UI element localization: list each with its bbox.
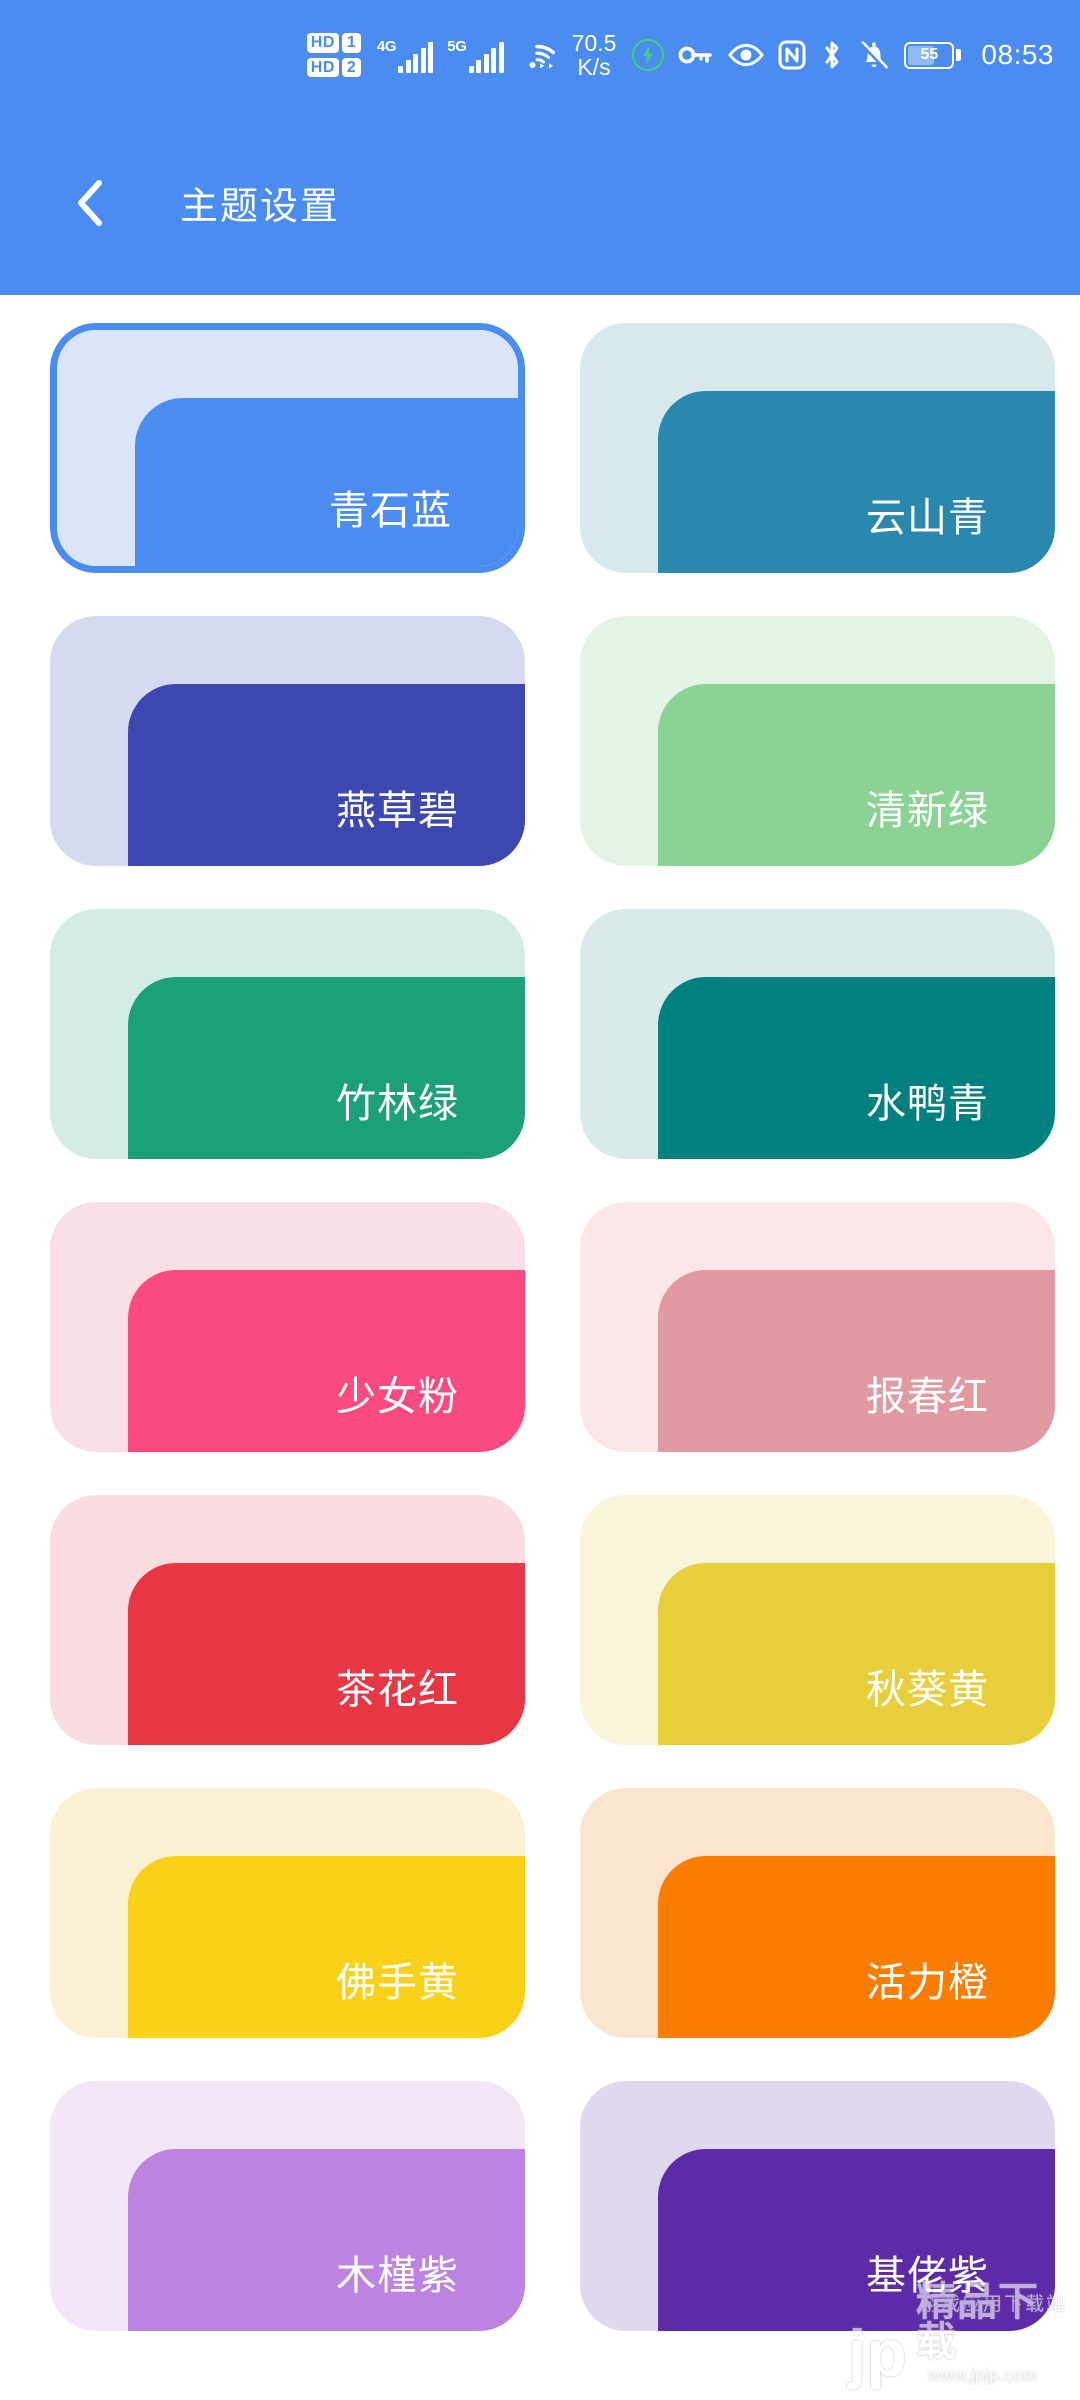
signal-5g-group: 5G (447, 37, 504, 73)
bluetooth-icon (820, 39, 844, 71)
watermark-url: www.jpjp.com (928, 2366, 1038, 2385)
fast-charge-icon (632, 39, 665, 71)
chevron-left-icon (78, 179, 102, 226)
theme-grid: 青石蓝 云山青燕草碧 清新绿竹林绿 水鸭青少女粉 报春红茶花红 秋葵黄佛手黄 活力橙木槿紫 基… (0, 295, 1080, 2331)
theme-card-swatch (658, 1563, 1055, 1745)
theme-card-label: 报春红 (866, 1375, 989, 1419)
theme-card-label: 基佬紫 (866, 2254, 989, 2298)
theme-card[interactable]: 佛手黄 (50, 1788, 525, 2038)
battery-percent-label: 55 (920, 46, 939, 63)
theme-card[interactable]: 报春红 (580, 1202, 1055, 1452)
page-title: 主题设置 (180, 186, 341, 228)
theme-card-label: 竹林绿 (336, 1082, 459, 1126)
theme-card-label: 活力橙 (866, 1961, 989, 2005)
signal-4g-icon (398, 41, 434, 73)
battery-icon: 55 (904, 41, 962, 69)
network-speed-indicator: 70.5 K/s (572, 31, 617, 79)
theme-card-label: 燕草碧 (336, 789, 459, 833)
theme-card-swatch (128, 2149, 525, 2331)
battery-body: 55 (904, 41, 955, 69)
network-type-5g-label: 5G (447, 37, 467, 55)
sim-status-group: HD 1 HD 2 (306, 32, 361, 78)
theme-card-label: 青石蓝 (329, 489, 452, 533)
nfc-icon (778, 40, 806, 70)
phone-screen: HD 1 HD 2 4G 5G 70.5 K/s 55 08:53 主题设置 青… (0, 0, 1080, 2400)
theme-card-swatch (128, 1563, 525, 1745)
sim-1-number-icon: 1 (341, 32, 361, 53)
theme-card[interactable]: 少女粉 (50, 1202, 525, 1452)
theme-card[interactable]: 燕草碧 (50, 616, 525, 866)
theme-card-swatch (128, 1856, 525, 2038)
theme-card-label: 云山青 (866, 496, 989, 540)
theme-card-label: 木槿紫 (336, 2254, 459, 2298)
theme-card[interactable]: 活力橙 (580, 1788, 1055, 2038)
theme-card-label: 秋葵黄 (866, 1668, 989, 1712)
theme-card[interactable]: 云山青 (580, 323, 1055, 573)
theme-card-swatch (658, 391, 1055, 573)
wifi-icon (518, 40, 556, 70)
theme-card-label: 清新绿 (866, 789, 989, 833)
back-button[interactable] (60, 173, 120, 233)
theme-card[interactable]: 茶花红 (50, 1495, 525, 1745)
network-speed-value: 70.5 (571, 29, 617, 56)
status-bar-clock: 08:53 (981, 39, 1054, 70)
theme-card-swatch (658, 2149, 1055, 2331)
silent-bell-icon (858, 39, 890, 71)
app-bar: 主题设置 (0, 110, 1080, 295)
theme-card-swatch (128, 684, 525, 866)
theme-card-label: 少女粉 (336, 1375, 459, 1419)
vpn-key-icon (678, 43, 714, 67)
theme-card-swatch (128, 1270, 525, 1452)
theme-card[interactable]: 青石蓝 (50, 323, 525, 573)
sim-hd-2-icon: HD (306, 57, 339, 78)
theme-card[interactable]: 清新绿 (580, 616, 1055, 866)
theme-card-swatch (658, 1270, 1055, 1452)
theme-card-label: 茶花红 (336, 1668, 459, 1712)
theme-card-swatch (128, 977, 525, 1159)
status-bar: HD 1 HD 2 4G 5G 70.5 K/s 55 08:53 (0, 0, 1080, 110)
sim-1-row: HD 1 (306, 32, 361, 53)
battery-cap (956, 49, 962, 61)
theme-card[interactable]: 木槿紫 (50, 2081, 525, 2331)
sim-2-number-icon: 2 (341, 57, 361, 78)
signal-5g-icon (468, 41, 504, 73)
network-type-4g-label: 4G (376, 37, 397, 55)
signal-4g-group: 4G (376, 37, 434, 73)
sim-hd-1-icon: HD (306, 32, 339, 53)
theme-card-swatch (658, 977, 1055, 1159)
theme-card[interactable]: 水鸭青 (580, 909, 1055, 1159)
sim-2-row: HD 2 (306, 57, 361, 78)
theme-card-label: 佛手黄 (336, 1961, 459, 2005)
theme-card-swatch (658, 684, 1055, 866)
theme-card[interactable]: 基佬紫 (580, 2081, 1055, 2331)
network-speed-unit: K/s (577, 54, 611, 80)
theme-card[interactable]: 秋葵黄 (580, 1495, 1055, 1745)
theme-card-label: 水鸭青 (866, 1082, 989, 1126)
theme-card-swatch (658, 1856, 1055, 2038)
theme-card[interactable]: 竹林绿 (50, 909, 525, 1159)
eye-care-icon (728, 43, 765, 67)
